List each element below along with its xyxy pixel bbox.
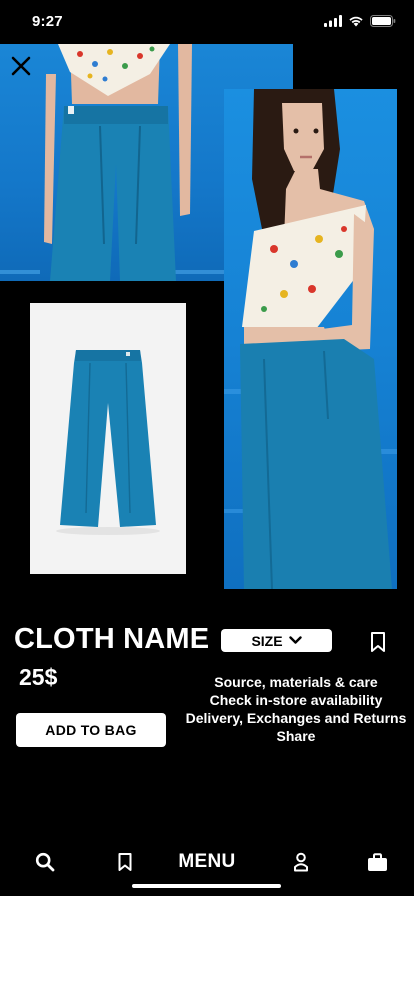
bag-icon: [367, 852, 387, 871]
link-share[interactable]: Share: [182, 727, 410, 745]
chevron-down-icon: [288, 636, 302, 644]
bookmark-icon: [118, 853, 132, 871]
model-side-photo[interactable]: [224, 89, 397, 589]
wifi-icon: [349, 16, 363, 27]
nav-bag[interactable]: [362, 845, 392, 879]
add-to-bag-button[interactable]: ADD TO BAG: [16, 713, 166, 747]
nav-saved[interactable]: [112, 845, 138, 879]
link-delivery-exchanges-returns[interactable]: Delivery, Exchanges and Returns: [182, 709, 410, 727]
nav-search[interactable]: [30, 845, 60, 879]
product-info-links: Source, materials & care Check in-store …: [182, 673, 410, 745]
signal-icon: [324, 15, 342, 27]
product-name: CLOTH NAME: [14, 623, 210, 655]
battery-icon: [370, 15, 396, 27]
bottom-nav: MENU: [0, 845, 414, 879]
save-bookmark-button[interactable]: [368, 631, 388, 653]
nav-account[interactable]: [288, 845, 314, 879]
search-icon: [35, 852, 55, 872]
home-indicator[interactable]: [132, 884, 281, 888]
status-time: 9:27: [32, 13, 63, 30]
bookmark-icon: [371, 632, 385, 652]
nav-menu[interactable]: MENU: [170, 845, 244, 879]
size-selector-button[interactable]: SIZE: [221, 629, 332, 652]
close-icon: [11, 56, 31, 76]
user-icon: [294, 852, 308, 872]
status-bar: 9:27: [0, 0, 414, 44]
close-button[interactable]: [8, 53, 34, 79]
size-label: SIZE: [251, 632, 283, 649]
product-price: 25$: [19, 664, 58, 690]
status-icons: [324, 15, 396, 27]
link-source-materials-care[interactable]: Source, materials & care: [182, 673, 410, 691]
link-check-store-availability[interactable]: Check in-store availability: [182, 691, 410, 709]
product-flat-photo[interactable]: [30, 303, 186, 574]
product-screen: 9:27 CLOTH NAME 25$ SIZE ADD TO BAG Sour…: [0, 0, 414, 896]
